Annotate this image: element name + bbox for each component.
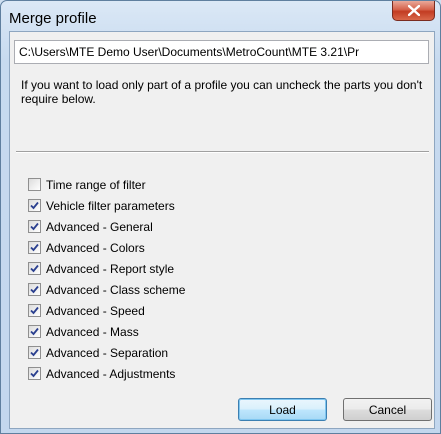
checkmark-icon — [30, 243, 39, 252]
option-label: Advanced - Speed — [46, 303, 145, 318]
cancel-button[interactable]: Cancel — [343, 398, 432, 421]
checkbox[interactable] — [28, 367, 41, 380]
checkbox[interactable] — [28, 346, 41, 359]
checkmark-icon — [30, 306, 39, 315]
checkbox[interactable] — [28, 325, 41, 338]
checkbox[interactable] — [28, 220, 41, 233]
checkmark-icon — [30, 264, 39, 273]
option-advanced-general[interactable]: Advanced - General — [28, 216, 185, 237]
option-advanced-adjustments[interactable]: Advanced - Adjustments — [28, 363, 185, 384]
checkmark-icon — [30, 327, 39, 336]
checkbox[interactable] — [28, 199, 41, 212]
close-icon — [407, 5, 420, 16]
checkmark-icon — [30, 369, 39, 378]
load-button[interactable]: Load — [238, 398, 327, 421]
checkmark-icon — [30, 285, 39, 294]
separator — [16, 151, 429, 153]
option-label: Advanced - Colors — [46, 240, 145, 255]
checkbox[interactable] — [28, 262, 41, 275]
option-label: Time range of filter — [46, 177, 146, 192]
dialog-body: C:\Users\MTE Demo User\Documents\MetroCo… — [9, 31, 435, 429]
option-advanced-report-style[interactable]: Advanced - Report style — [28, 258, 185, 279]
option-label: Advanced - Mass — [46, 324, 139, 339]
option-vehicle-filter[interactable]: Vehicle filter parameters — [28, 195, 185, 216]
profile-path-field[interactable]: C:\Users\MTE Demo User\Documents\MetroCo… — [14, 40, 429, 64]
option-advanced-separation[interactable]: Advanced - Separation — [28, 342, 185, 363]
option-advanced-class-scheme[interactable]: Advanced - Class scheme — [28, 279, 185, 300]
option-label: Advanced - Report style — [46, 261, 175, 276]
dialog-window: Merge profile C:\Users\MTE Demo User\Doc… — [0, 0, 441, 434]
window-title: Merge profile — [9, 10, 97, 27]
checkbox[interactable] — [28, 304, 41, 317]
checkbox[interactable] — [28, 283, 41, 296]
option-label: Vehicle filter parameters — [46, 198, 175, 213]
checkmark-icon — [30, 222, 39, 231]
option-advanced-speed[interactable]: Advanced - Speed — [28, 300, 185, 321]
option-time-range[interactable]: Time range of filter — [28, 174, 185, 195]
checkbox[interactable] — [28, 241, 41, 254]
option-label: Advanced - Adjustments — [46, 366, 176, 381]
checkmark-icon — [30, 201, 39, 210]
option-label: Advanced - General — [46, 219, 153, 234]
option-advanced-mass[interactable]: Advanced - Mass — [28, 321, 185, 342]
option-advanced-colors[interactable]: Advanced - Colors — [28, 237, 185, 258]
close-button[interactable] — [392, 1, 435, 21]
checkmark-icon — [30, 348, 39, 357]
option-label: Advanced - Class scheme — [46, 282, 186, 297]
options-list: Time range of filter Vehicle filter para… — [28, 174, 185, 384]
info-text: If you want to load only part of a profi… — [21, 78, 423, 106]
option-label: Advanced - Separation — [46, 345, 169, 360]
checkbox[interactable] — [28, 178, 41, 191]
